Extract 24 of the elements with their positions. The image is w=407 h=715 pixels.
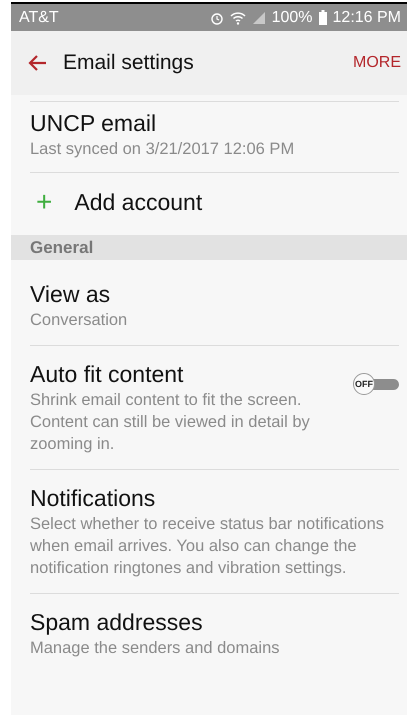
setting-title[interactable]: Auto fit content (30, 359, 353, 389)
battery-icon (318, 10, 327, 25)
setting-title[interactable]: View as (30, 279, 399, 309)
signal-icon (252, 10, 266, 24)
setting-title[interactable]: Spam addresses (30, 607, 399, 637)
wifi-icon (230, 10, 246, 24)
add-account-label[interactable]: Add account (74, 187, 202, 217)
setting-description: Conversation (30, 310, 128, 331)
setting-description: Select whether to receive status bar notifications when email arrives. You also can change the notification ringtones and vibration settings. (30, 514, 386, 579)
toggle-switch[interactable]: OFF (353, 373, 399, 395)
clock-time: 12:16 PM (332, 8, 401, 26)
sync-status: Last synced on 3/21/2017 12:06 PM (30, 139, 296, 160)
setting-description: Shrink email content to fit the screen. Content can still be viewed in detail by zooming in. (30, 390, 311, 455)
more-button[interactable]: MORE (353, 50, 401, 76)
alarm-icon (210, 10, 224, 24)
setting-title[interactable]: Notifications (30, 483, 399, 513)
back-arrow-icon (27, 54, 47, 72)
carrier-name: AT&T (19, 8, 59, 26)
section-title: General (30, 238, 94, 258)
setting-description: Manage the senders and domains (30, 638, 280, 659)
back-button[interactable] (27, 54, 47, 72)
account-name[interactable]: UNCP email (30, 108, 399, 138)
screen-title: Email settings (63, 51, 194, 75)
battery-percent: 100% (272, 8, 313, 26)
